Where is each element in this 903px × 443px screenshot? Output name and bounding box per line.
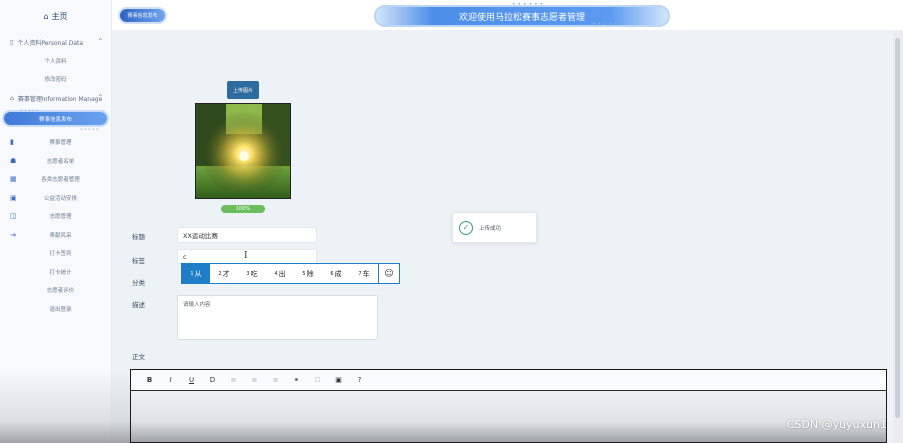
sidebar-home-label: 主页 xyxy=(51,11,68,21)
sidebar-group-personal[interactable]: ▯ 个人资料Personal Data ^ xyxy=(0,32,111,52)
sidebar-item-profile[interactable]: 个人资料 xyxy=(0,52,111,70)
ime-candidate[interactable]: 5除 xyxy=(294,264,322,283)
tab-active-label: 赛事信息发布 xyxy=(127,13,158,19)
rich-text-editor: B I U D ≡ ≡ ≡ ⚭ ☐ ▣ ? xyxy=(130,369,887,443)
sidebar-item-label: 志愿者评价 xyxy=(46,288,75,295)
sidebar-group-info-label: 赛事管理Information Manage xyxy=(17,95,103,103)
strikethrough-button[interactable]: D xyxy=(202,376,223,384)
link-button[interactable]: ⚭ xyxy=(286,376,307,384)
page-title: 欢迎使用马拉松赛事志愿者管理 xyxy=(374,5,670,27)
sidebar-item[interactable]: ▣ 公益活动安排 xyxy=(0,189,111,208)
decorative-dots: •••••• xyxy=(592,21,626,28)
sidebar-item[interactable]: ⇥ 奉献风采 xyxy=(0,226,111,245)
sidebar-item-label: 奉献风采 xyxy=(49,232,72,239)
user-icon: ☗ xyxy=(10,156,17,165)
sidebar-item[interactable]: ☗ 志愿者名单 xyxy=(0,152,111,171)
ime-candidate[interactable]: 2才 xyxy=(210,264,238,283)
description-label: 描述 xyxy=(132,301,145,309)
decorative-dots: ••••• xyxy=(20,108,40,114)
calendar-check-icon: ▣ xyxy=(10,193,17,202)
sidebar-item-password[interactable]: 修改密码 xyxy=(0,70,111,88)
chevron-up-icon: ^ xyxy=(97,94,103,101)
home-icon: ⌂ xyxy=(43,11,49,21)
sidebar-item[interactable]: 打卡统计 xyxy=(0,263,111,282)
sidebar-item-active-label: 赛事信息发布 xyxy=(38,116,72,123)
page-title-text: 欢迎使用马拉松赛事志愿者管理 xyxy=(458,12,585,23)
sidebar-group-personal-label: 个人资料Personal Data xyxy=(17,39,84,47)
scrollbar-thumb[interactable] xyxy=(895,38,900,418)
check-circle-icon: ✓ xyxy=(459,220,473,235)
sidebar-item-label: 公益活动安排 xyxy=(43,195,77,202)
bold-button[interactable]: B xyxy=(139,376,160,384)
tab-active[interactable]: 赛事信息发布 xyxy=(120,9,165,22)
sidebar-item[interactable]: 志愿者评价 xyxy=(0,281,111,300)
uploaded-image xyxy=(195,103,291,199)
sidebar-item[interactable]: 退出登录 xyxy=(0,300,111,319)
unlink-button[interactable]: ☐ xyxy=(307,376,328,384)
title-input[interactable]: XX运动比赛 xyxy=(177,227,317,243)
ime-candidate[interactable]: 3吃 xyxy=(238,264,266,283)
image-button[interactable]: ▣ xyxy=(328,376,349,384)
emoji-icon[interactable]: ☺ xyxy=(378,264,399,283)
editor-toolbar: B I U D ≡ ≡ ≡ ⚭ ☐ ▣ ? xyxy=(131,370,886,391)
sidebar-item-label: 打卡统计 xyxy=(49,269,72,276)
align-center-button[interactable]: ≡ xyxy=(244,376,265,384)
ime-candidate[interactable]: 1从 xyxy=(182,264,210,283)
book-icon: ◫ xyxy=(10,212,17,221)
upload-progress-label: 100% xyxy=(235,206,251,212)
home-icon: ⌂ xyxy=(10,94,14,102)
sidebar-item-label: 各类志愿者管理 xyxy=(41,177,80,184)
bookmark-icon: ▮ xyxy=(10,138,14,147)
calendar-icon: ▦ xyxy=(10,175,17,184)
sidebar-item[interactable]: 打卡签到 xyxy=(0,244,111,263)
sidebar-item[interactable]: ▮ 赛事管理 xyxy=(0,133,111,152)
body-label: 正文 xyxy=(132,353,145,361)
underline-button[interactable]: U xyxy=(181,376,202,384)
forest-sunlight-image xyxy=(196,104,290,198)
sidebar-home[interactable]: ⌂ 主页 xyxy=(0,0,111,32)
sidebar-item-label: 志愿者名单 xyxy=(46,158,75,165)
document-icon: ▯ xyxy=(10,38,14,46)
text-cursor-icon: I xyxy=(244,251,248,261)
decorative-dots: ••••• xyxy=(80,127,100,133)
success-toast: ✓ 上传成功 xyxy=(452,212,537,243)
category-label: 分类 xyxy=(132,279,145,287)
sidebar-item[interactable]: ▦ 各类志愿者管理 xyxy=(0,170,111,189)
header: 赛事信息发布 •••••• 欢迎使用马拉松赛事志愿者管理 •••••• xyxy=(112,0,903,30)
toast-message: 上传成功 xyxy=(479,225,502,232)
tag-label: 标签 xyxy=(132,257,145,265)
editor-body[interactable] xyxy=(131,391,886,442)
sidebar-item-label: 打卡签到 xyxy=(49,251,72,258)
description-textarea[interactable]: 请输入内容 xyxy=(177,295,378,340)
sidebar-bottom-shadow xyxy=(0,370,130,443)
upload-image-button[interactable]: 上传图片 xyxy=(227,81,259,99)
ime-candidate[interactable]: 6成 xyxy=(322,264,350,283)
align-right-button[interactable]: ≡ xyxy=(265,376,286,384)
chevron-up-icon: ^ xyxy=(97,38,103,45)
watermark: CSDN @yuyuxun1 xyxy=(786,418,887,431)
title-label: 标题 xyxy=(132,233,145,241)
ime-candidate[interactable]: 4出 xyxy=(266,264,294,283)
sidebar-item-label: 志愿管理 xyxy=(49,214,72,221)
sidebar-item-label: 退出登录 xyxy=(49,306,72,313)
align-left-button[interactable]: ≡ xyxy=(223,376,244,384)
sidebar-item[interactable]: ◫ 志愿管理 xyxy=(0,207,111,226)
italic-button[interactable]: I xyxy=(160,376,181,384)
logout-icon: ⇥ xyxy=(10,230,16,239)
ime-candidate-bar: 1从 2才 3吃 4出 5除 6成 7车 ☺ xyxy=(181,263,400,284)
sidebar-item-label: 赛事管理 xyxy=(49,140,72,147)
sidebar-group-info[interactable]: ⌂ 赛事管理Information Manage ^ xyxy=(0,88,111,108)
ime-candidate[interactable]: 7车 xyxy=(350,264,378,283)
help-button[interactable]: ? xyxy=(349,376,370,384)
